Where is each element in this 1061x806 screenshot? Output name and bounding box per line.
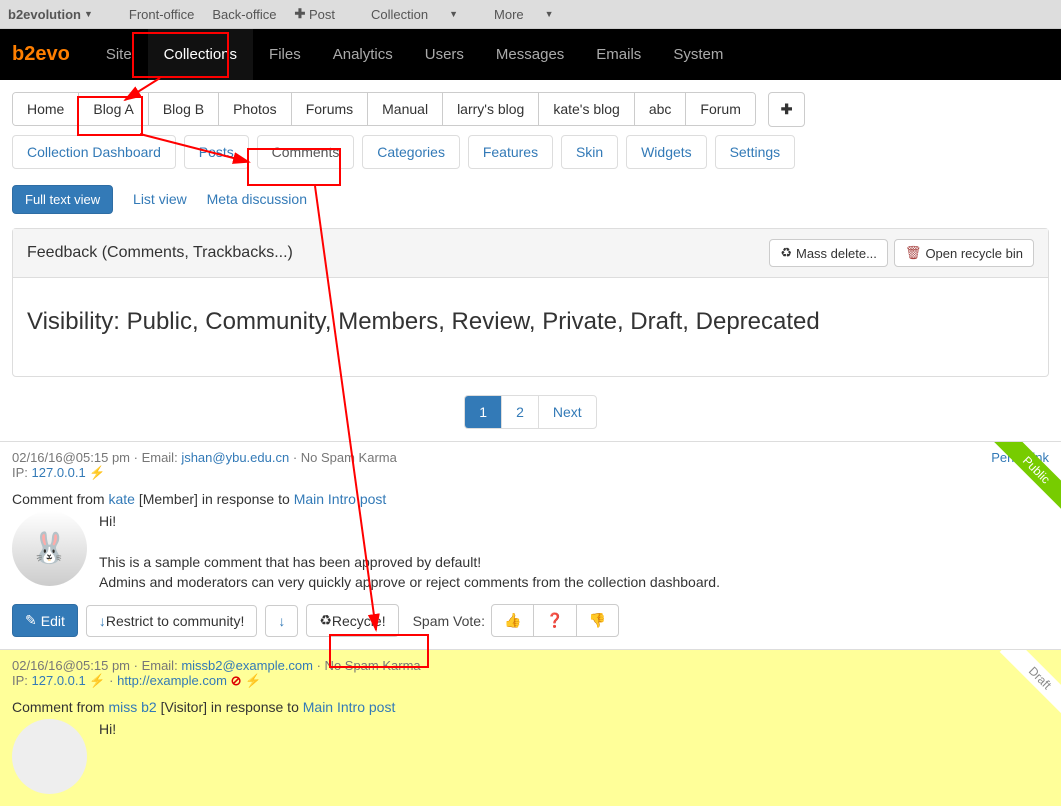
plus-icon: ✚	[781, 101, 793, 118]
nav-emails[interactable]: Emails	[580, 29, 657, 80]
neutral-button[interactable]: ❓	[534, 605, 576, 636]
topbar-post[interactable]: ✚ Post	[294, 6, 353, 22]
comment-meta: 02/16/16@05:15 pm · Email: jshan@ybu.edu…	[12, 450, 1049, 465]
nav-messages[interactable]: Messages	[480, 29, 580, 80]
pager: 1 2 Next	[0, 383, 1061, 441]
recycle-icon: ♻	[780, 245, 792, 261]
view-bar: Full text view List view Meta discussion	[0, 177, 1061, 222]
subtab-comments[interactable]: Comments	[257, 135, 355, 169]
comment-post-link[interactable]: Main Intro post	[303, 699, 396, 715]
arrow-down-icon: ↓	[278, 613, 285, 629]
pencil-icon: ✎	[25, 612, 37, 629]
spam-vote-label: Spam Vote:	[413, 613, 485, 629]
demote-button[interactable]: ↓	[265, 605, 298, 637]
recycle-icon: ♻	[319, 612, 332, 629]
comment-post-link[interactable]: Main Intro post	[294, 491, 387, 507]
bolt-icon[interactable]: ⚡	[89, 673, 105, 688]
full-text-view-button[interactable]: Full text view	[12, 185, 113, 214]
thumbs-down-button[interactable]: 👎	[577, 605, 618, 636]
navbar: b2evo Site Collections Files Analytics U…	[0, 29, 1061, 80]
comment-actions: ✎ Edit ↓ Restrict to community! ↓ ♻ Recy…	[12, 592, 1049, 637]
blog-tab-forums[interactable]: Forums	[292, 93, 368, 125]
blog-tab-add[interactable]: ✚	[768, 92, 806, 127]
subtab-categories[interactable]: Categories	[362, 135, 460, 169]
list-view-link[interactable]: List view	[133, 191, 187, 207]
subtabs: Collection Dashboard Posts Comments Cate…	[0, 127, 1061, 177]
bolt-icon[interactable]: ⚡	[89, 465, 105, 480]
comment-text: Hi!	[99, 719, 116, 794]
nav-files[interactable]: Files	[253, 29, 317, 80]
blog-tab-abc[interactable]: abc	[635, 93, 687, 125]
avatar[interactable]: 🐰	[12, 511, 87, 586]
blog-tab-blog-b[interactable]: Blog B	[149, 93, 219, 125]
comment-meta: 02/16/16@05:15 pm · Email: missb2@exampl…	[12, 658, 1049, 673]
page-1[interactable]: 1	[465, 396, 502, 428]
panel-title: Feedback (Comments, Trackbacks...)	[27, 244, 763, 262]
subtab-widgets[interactable]: Widgets	[626, 135, 707, 169]
comment-email[interactable]: missb2@example.com	[181, 658, 313, 673]
comment-item: Draft 02/16/16@05:15 pm · Email: missb2@…	[0, 649, 1061, 806]
question-icon: ❓	[546, 612, 563, 628]
blog-tab-kates[interactable]: kate's blog	[539, 93, 635, 125]
visibility-filter: Visibility: Public, Community, Members, …	[13, 278, 1048, 376]
page-2[interactable]: 2	[502, 396, 539, 428]
blog-tab-forum[interactable]: Forum	[686, 93, 754, 125]
edit-button[interactable]: ✎ Edit	[12, 604, 78, 637]
comment-author[interactable]: kate	[108, 491, 134, 507]
blog-tab-larrys[interactable]: larry's blog	[443, 93, 539, 125]
ban-icon[interactable]: ⊘	[231, 673, 242, 688]
topbar-more[interactable]: More▼	[494, 7, 572, 22]
plus-icon: ✚	[294, 6, 305, 22]
topbar-brand[interactable]: b2evolution▼	[8, 7, 111, 22]
trash-icon: 🗑	[905, 245, 922, 261]
blog-tabs: Home Blog A Blog B Photos Forums Manual …	[0, 80, 1061, 127]
spam-vote-group: 👍 ❓ 👎	[491, 604, 619, 637]
subtab-dashboard[interactable]: Collection Dashboard	[12, 135, 176, 169]
thumbs-up-button[interactable]: 👍	[492, 605, 534, 636]
blog-tab-manual[interactable]: Manual	[368, 93, 443, 125]
topbar-back-office[interactable]: Back-office	[212, 7, 276, 22]
comment-ip[interactable]: 127.0.0.1	[32, 465, 86, 480]
restrict-button[interactable]: ↓ Restrict to community!	[86, 605, 257, 637]
avatar[interactable]	[12, 719, 87, 794]
comment-from: Comment from kate [Member] in response t…	[12, 481, 1049, 507]
nav-analytics[interactable]: Analytics	[317, 29, 409, 80]
feedback-panel: Feedback (Comments, Trackbacks...) ♻Mass…	[12, 228, 1049, 377]
blog-tab-photos[interactable]: Photos	[219, 93, 292, 125]
page-next[interactable]: Next	[539, 396, 596, 428]
comment-item: Permalink Public 02/16/16@05:15 pm · Ema…	[0, 441, 1061, 649]
open-recycle-bin-button[interactable]: 🗑Open recycle bin	[894, 239, 1034, 267]
comment-email[interactable]: jshan@ybu.edu.cn	[181, 450, 289, 465]
comment-ip[interactable]: 127.0.0.1	[32, 673, 86, 688]
comment-url[interactable]: http://example.com	[117, 673, 227, 688]
subtab-skin[interactable]: Skin	[561, 135, 618, 169]
thumbs-down-icon: 👎	[589, 612, 606, 628]
subtab-features[interactable]: Features	[468, 135, 553, 169]
recycle-button[interactable]: ♻ Recycle!	[306, 604, 398, 637]
mass-delete-button[interactable]: ♻Mass delete...	[769, 239, 888, 267]
nav-system[interactable]: System	[657, 29, 739, 80]
brand-logo[interactable]: b2evo	[12, 43, 70, 66]
subtab-settings[interactable]: Settings	[715, 135, 796, 169]
blog-tab-blog-a[interactable]: Blog A	[79, 93, 148, 125]
arrow-down-icon: ↓	[99, 613, 106, 629]
nav-site[interactable]: Site	[90, 29, 148, 80]
blog-tab-home[interactable]: Home	[13, 93, 79, 125]
topbar-collection[interactable]: Collection▼	[371, 7, 476, 22]
comment-text: Hi! This is a sample comment that has be…	[99, 511, 720, 592]
thumbs-up-icon: 👍	[504, 612, 521, 628]
topbar: b2evolution▼ Front-office Back-office ✚ …	[0, 0, 1061, 29]
nav-users[interactable]: Users	[409, 29, 480, 80]
comment-from: Comment from miss b2 [Visitor] in respon…	[12, 689, 1049, 715]
bolt-icon[interactable]: ⚡	[245, 673, 261, 688]
meta-discussion-link[interactable]: Meta discussion	[207, 191, 307, 207]
comment-author[interactable]: miss b2	[108, 699, 156, 715]
nav-collections[interactable]: Collections	[148, 29, 253, 80]
topbar-front-office[interactable]: Front-office	[129, 7, 195, 22]
subtab-posts[interactable]: Posts	[184, 135, 249, 169]
